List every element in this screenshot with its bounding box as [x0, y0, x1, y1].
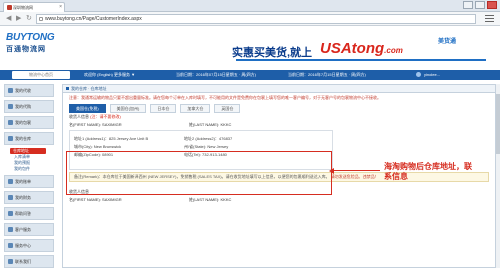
maximize-button[interactable] [475, 1, 485, 9]
first-name-2: 名(FIRST NAME): SAXIMIGR [69, 197, 122, 202]
date-text-2: 当前日期：2016年7月15日星期五 · 周(四方) [288, 72, 366, 77]
sidebar-item-label: 我的仓库 [15, 136, 31, 141]
sidebar-item-contact[interactable]: 联系我们 [4, 255, 54, 268]
sidebar-item-label: 我的包裹 [15, 120, 31, 125]
brand-suffix: .com [384, 46, 403, 55]
state: 州/省(State): New Jersey [184, 144, 229, 149]
name-row: 名(FIRST NAME): SAXIMIGR 姓(LAST NAME): KK… [63, 121, 495, 128]
tab-uk[interactable]: 英国仓 [214, 104, 241, 113]
sidebar-item-service[interactable]: 客户服务 [4, 223, 54, 236]
brand-logo: USAtong.com [320, 40, 403, 57]
page-icon [39, 17, 43, 21]
top-nav: 物流中心首页 欢迎你 (English) 更多服务 ▼ 当前日期：2016年07… [0, 70, 500, 80]
sidebar-item-label: 我的财务 [15, 195, 31, 200]
reload-icon[interactable]: ↻ [26, 15, 32, 23]
help-icon [8, 211, 13, 216]
sidebar-sub-parcels[interactable]: 我的包件 [4, 166, 54, 172]
forward-icon[interactable]: ▶ [16, 15, 21, 23]
user-name[interactable]: yinolee... [424, 70, 440, 80]
sidebar-item-label: 服务中心 [15, 243, 31, 248]
address-bar: ◀ ▶ ↻ www.buytong.cn/Page/CustomerIndex.… [0, 12, 500, 26]
center-icon [8, 243, 13, 248]
notice-text: 注意：我通常运输的物品只要不超出重量标准。请在您每个订单在入库时填写，不可能用的… [69, 95, 381, 100]
header-divider [236, 59, 486, 61]
sidebar-item-label: 我的账单 [15, 179, 31, 184]
sidebar-item-packages[interactable]: 我的包裹 [4, 116, 54, 129]
logo-cn: 百通物流网 [6, 46, 46, 53]
sidebar-item-bills[interactable]: 我的账单 [4, 175, 54, 188]
welcome-text[interactable]: 欢迎你 (English) 更多服务 ▼ [84, 70, 135, 80]
favicon-icon [7, 5, 12, 10]
minimize-button[interactable] [463, 1, 473, 9]
slogan: 实惠买美货,就上 [232, 47, 313, 59]
url-text: www.buytong.cn/Page/CustomerIndex.aspx [45, 16, 142, 22]
sidebar-item-label: 联系我们 [15, 259, 31, 264]
sidebar-item-purchase[interactable]: 我的代购 [4, 100, 54, 113]
package-icon [8, 120, 13, 125]
sidebar-item-label: 帮助问答 [15, 211, 31, 216]
page-title-text: 我的仓库 · 仓库地址 [71, 86, 107, 91]
address2: 地址2 (Address2)：476837 [184, 136, 233, 141]
warehouse-tabs: 美国仓(免税) 美国仓(加州) 日本仓 加拿大仓 英国仓 [63, 104, 495, 113]
bill-icon [8, 179, 13, 184]
browser-titlebar: 深圳物流网 × [0, 0, 500, 12]
back-icon[interactable]: ◀ [6, 15, 11, 23]
service-icon [8, 227, 13, 232]
last-name: 姓(LAST NAME): KKKC [189, 122, 232, 127]
close-window-button[interactable] [487, 1, 497, 9]
callout-line [332, 170, 380, 172]
sidebar-item-label: 我的代收 [15, 88, 31, 93]
finance-icon [8, 195, 13, 200]
sidebar-item-help[interactable]: 帮助问答 [4, 207, 54, 220]
sidebar-item-label: 客户服务 [15, 227, 31, 232]
name-row-2: 名(FIRST NAME): SAXIMIGR 姓(LAST NAME): KK… [63, 196, 495, 203]
purchase-icon [8, 104, 13, 109]
sidebar-item-finance[interactable]: 我的财务 [4, 191, 54, 204]
url-input[interactable]: www.buytong.cn/Page/CustomerIndex.aspx [36, 14, 476, 24]
tab-title: 深圳物流网 [13, 5, 33, 10]
logo-en: BUYTONG [6, 32, 55, 43]
menu-icon[interactable] [485, 15, 494, 23]
browser-tab[interactable]: 深圳物流网 × [3, 2, 65, 12]
warehouse-icon [8, 136, 13, 141]
section-title: 收货人信息 (注：请不要修改) [63, 113, 495, 121]
sidebar: 我的代收 我的代购 我的包裹 我的仓库 仓库地址 入库清单 我的预报 我的包件 … [4, 84, 54, 268]
brand-cn: 美货通 [438, 39, 457, 45]
first-name: 名(FIRST NAME): SAXIMIGR [69, 122, 122, 127]
site-logo[interactable]: BUYTONG 百通物流网 [6, 32, 64, 58]
user-icon [416, 72, 421, 77]
tab-japan[interactable]: 日本仓 [150, 104, 177, 113]
page-title: 我的仓库 · 仓库地址 [63, 85, 495, 93]
callout-text: 海淘购物后仓库地址，联系信息 [384, 161, 472, 181]
tab-canada[interactable]: 加拿大仓 [180, 104, 211, 113]
address1: 地址1 (Address1)：825 Jersey Ave Unit B [74, 136, 149, 141]
sidebar-item-warehouse[interactable]: 我的仓库 [4, 132, 54, 145]
collect-icon [8, 88, 13, 93]
contact-icon [8, 259, 13, 264]
tab-us-taxfree[interactable]: 美国仓(免税) [69, 104, 106, 113]
scrollbar[interactable] [496, 84, 500, 268]
window-controls [463, 1, 497, 9]
close-tab-icon[interactable]: × [59, 3, 62, 12]
address-highlight [66, 151, 332, 195]
sidebar-item-center[interactable]: 服务中心 [4, 239, 54, 252]
scrollbar-thumb[interactable] [496, 94, 500, 154]
date-text-1: 当前日期：2016年07月15日星期五 · 周(四方) [176, 72, 257, 77]
city: 城市(City): New Brunswick [74, 144, 122, 149]
remark-warning: 请勿发送危险品、违禁品！ [330, 174, 379, 179]
sidebar-item-collect[interactable]: 我的代收 [4, 84, 54, 97]
last-name-2: 姓(LAST NAME): KKKC [189, 197, 232, 202]
tab-us-ca[interactable]: 美国仓(加州) [109, 104, 147, 113]
section-subtitle: (注：请不要修改) [90, 114, 121, 119]
home-search-box[interactable]: 物流中心首页 [12, 71, 70, 79]
site-header: BUYTONG 百通物流网 实惠买美货,就上 USAtong.com 美货通 [0, 26, 500, 70]
sidebar-item-label: 我的代购 [15, 104, 31, 109]
section-title-text: 收货人信息 [69, 114, 89, 119]
brand-name: USAtong [320, 40, 385, 57]
title-marker-icon [66, 87, 69, 90]
